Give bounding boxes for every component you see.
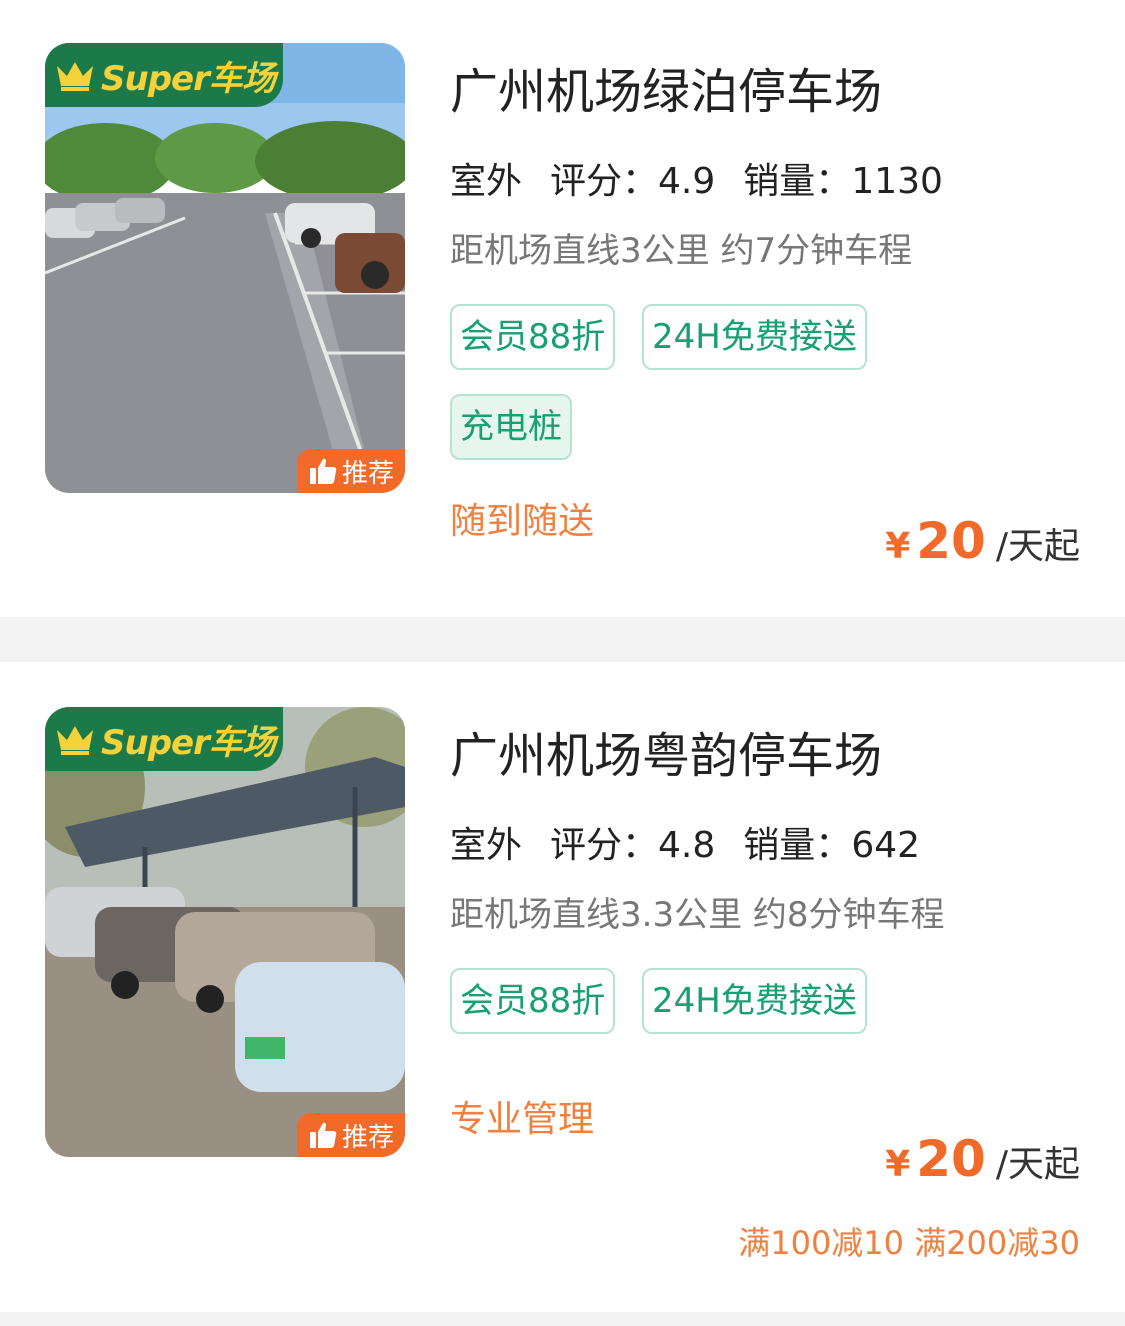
rating-label: 评分： [550, 161, 659, 202]
environment-label: 室外 [450, 152, 523, 210]
parking-title[interactable]: 广州机场粤韵停车场 [450, 716, 882, 786]
recommend-label: 推荐 [341, 458, 394, 489]
parking-card[interactable]: Super车场 推荐 广州机场绿泊停车场 室外 评分：4.9 销量：1130 距机场… [0, 0, 1125, 617]
environment-label: 室外 [450, 816, 523, 874]
price: ¥20/天起 [885, 1130, 1080, 1188]
parking-photo-image [45, 43, 405, 493]
price-currency: ¥ [885, 1144, 911, 1185]
rating-value: 4.8 [658, 825, 716, 866]
tag-member-discount: 会员88折 [450, 304, 616, 370]
sales-label: 销量： [743, 825, 852, 866]
price-currency: ¥ [885, 526, 911, 567]
parking-meta: 室外 评分：4.9 销量：1130 [450, 152, 943, 210]
thumbs-up-icon [309, 1122, 337, 1148]
parking-title[interactable]: 广州机场绿泊停车场 [450, 52, 882, 122]
service-note: 专业管理 [450, 1099, 595, 1140]
rating-value: 4.9 [658, 161, 716, 202]
tag-charging-pile: 充电桩 [450, 394, 572, 460]
crown-icon [57, 726, 93, 755]
sales-value: 1130 [851, 161, 943, 202]
sales-value: 642 [851, 825, 921, 866]
super-badge-label: Super车场 [101, 722, 276, 763]
sales-label: 销量： [743, 161, 852, 202]
parking-meta: 室外 评分：4.8 销量：642 [450, 816, 921, 874]
tag-member-discount: 会员88折 [450, 968, 616, 1034]
parking-photo[interactable]: Super车场 推荐 [45, 43, 405, 493]
service-note: 随到随送 [450, 501, 595, 542]
super-parking-badge: Super车场 [45, 43, 283, 107]
distance-text: 距机场直线3.3公里 约8分钟车程 [450, 895, 945, 935]
promo-text: 满100减10 满200减30 [738, 1224, 1080, 1262]
recommend-badge: 推荐 [297, 449, 405, 493]
parking-photo-image [45, 707, 405, 1157]
super-parking-badge: Super车场 [45, 707, 283, 771]
tag-free-shuttle: 24H免费接送 [642, 304, 867, 370]
rating-label: 评分： [550, 825, 659, 866]
tag-free-shuttle: 24H免费接送 [642, 968, 867, 1034]
recommend-badge: 推荐 [297, 1113, 405, 1157]
crown-icon [57, 62, 93, 91]
price: ¥20/天起 [885, 512, 1080, 570]
price-unit: /天起 [995, 526, 1080, 567]
thumbs-up-icon [309, 458, 337, 484]
price-value: 20 [916, 512, 986, 570]
parking-photo[interactable]: Super车场 推荐 [45, 707, 405, 1157]
recommend-label: 推荐 [341, 1122, 394, 1153]
price-unit: /天起 [995, 1144, 1080, 1185]
distance-text: 距机场直线3公里 约7分钟车程 [450, 231, 913, 271]
parking-list: Super车场 推荐 广州机场绿泊停车场 室外 评分：4.9 销量：1130 距机场… [0, 0, 1125, 1312]
parking-card[interactable]: Super车场 推荐 广州机场粤韵停车场 室外 评分：4.8 销量：642 距机场直… [0, 662, 1125, 1312]
price-value: 20 [916, 1130, 986, 1188]
super-badge-label: Super车场 [101, 58, 276, 99]
